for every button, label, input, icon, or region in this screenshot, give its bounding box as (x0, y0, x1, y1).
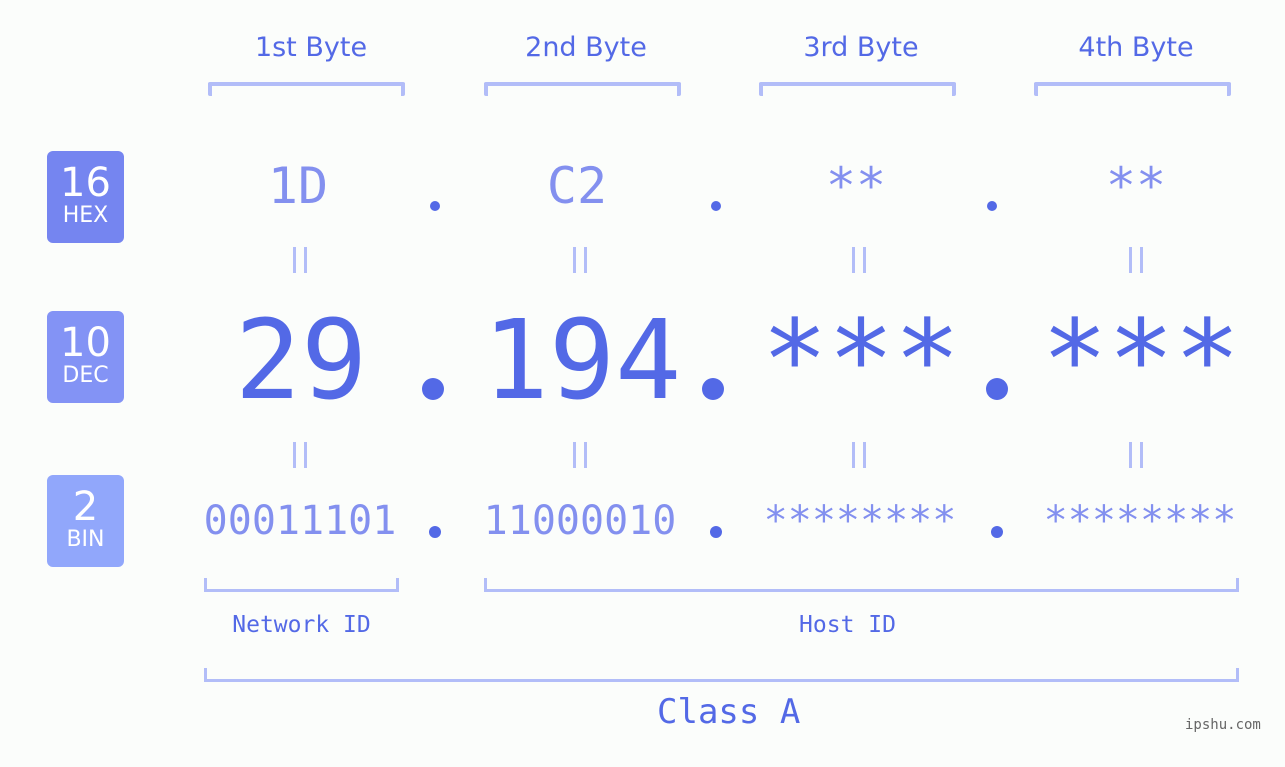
hex-value-3: ** (825, 157, 887, 215)
bin-badge-label: BIN (66, 527, 105, 552)
dec-value-4: *** (1041, 296, 1241, 424)
dec-separator-dot (986, 378, 1008, 400)
bin-value-3: ******** (763, 498, 957, 544)
hex-badge: 16 HEX (47, 151, 124, 243)
hex-separator-dot (430, 201, 440, 211)
bin-value-1: 00011101 (203, 498, 397, 544)
byte-label-2: 2nd Byte (525, 32, 647, 63)
byte-label-1: 1st Byte (254, 32, 368, 63)
equals-sign (573, 442, 587, 468)
equals-sign (852, 247, 866, 273)
byte-bracket-4 (1034, 82, 1231, 96)
byte-label-4: 4th Byte (1078, 32, 1194, 63)
dec-separator-dot (702, 378, 724, 400)
host-id-label: Host ID (799, 612, 896, 638)
dec-separator-dot (422, 378, 444, 400)
class-label: Class A (657, 692, 801, 732)
host-id-bracket (484, 578, 1239, 592)
dec-value-1: 29 (234, 296, 368, 424)
equals-sign (1129, 442, 1143, 468)
equals-sign (1129, 247, 1143, 273)
bin-value-4: ******** (1043, 498, 1237, 544)
hex-badge-label: HEX (62, 203, 109, 228)
network-id-bracket (204, 578, 399, 592)
equals-sign (852, 442, 866, 468)
hex-badge-number: 16 (60, 160, 111, 206)
byte-bracket-1 (208, 82, 405, 96)
hex-value-2: C2 (546, 157, 608, 215)
byte-label-3: 3rd Byte (803, 32, 919, 63)
hex-value-1: 1D (267, 157, 329, 215)
hex-separator-dot (987, 201, 997, 211)
dec-value-2: 194 (482, 296, 682, 424)
equals-sign (573, 247, 587, 273)
equals-sign (293, 247, 307, 273)
dec-value-3: *** (761, 296, 961, 424)
byte-bracket-2 (484, 82, 681, 96)
hex-separator-dot (711, 201, 721, 211)
dec-badge-label: DEC (62, 363, 109, 388)
equals-sign (293, 442, 307, 468)
watermark: ipshu.com (1185, 717, 1261, 733)
bin-separator-dot (710, 526, 722, 538)
bin-separator-dot (429, 526, 441, 538)
hex-value-4: ** (1105, 157, 1167, 215)
dec-badge: 10 DEC (47, 311, 124, 403)
bin-separator-dot (991, 526, 1003, 538)
network-id-label: Network ID (232, 612, 371, 638)
bin-badge: 2 BIN (47, 475, 124, 567)
byte-bracket-3 (759, 82, 956, 96)
dec-badge-number: 10 (60, 320, 111, 366)
bin-badge-number: 2 (72, 484, 99, 530)
bin-value-2: 11000010 (483, 498, 677, 544)
class-bracket (204, 668, 1239, 682)
